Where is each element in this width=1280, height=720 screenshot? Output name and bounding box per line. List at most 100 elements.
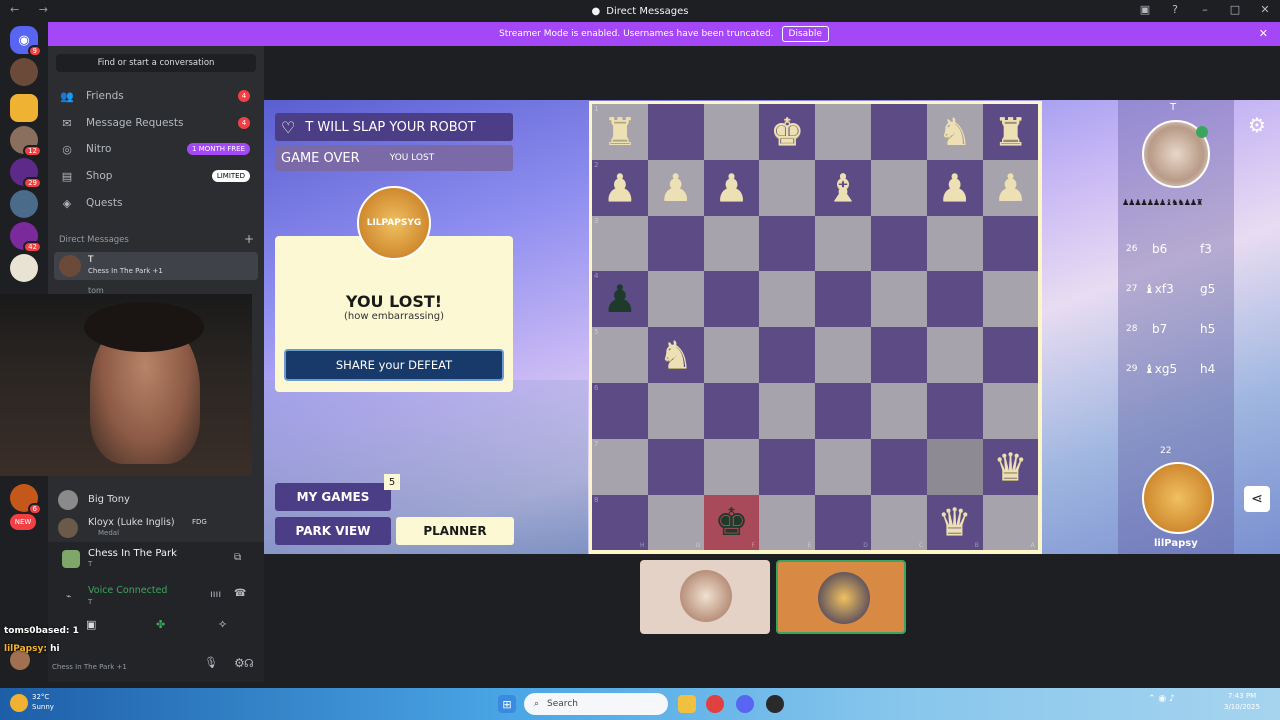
board-square[interactable]	[647, 438, 704, 495]
board-square[interactable]: ♛ B	[926, 494, 983, 551]
minimize-icon[interactable]: –	[1198, 3, 1212, 16]
chess-piece[interactable]: ♚	[714, 503, 748, 541]
move[interactable]: f3	[1200, 242, 1212, 256]
close-window-icon[interactable]: ✕	[1258, 3, 1272, 16]
board-square[interactable]: ♜ 1	[592, 104, 648, 160]
chess-piece[interactable]: ♟	[603, 169, 637, 207]
add-dm-icon[interactable]: +	[244, 232, 254, 246]
share-defeat-button[interactable]: SHARE your DEFEAT	[284, 349, 504, 381]
board-square[interactable]	[703, 215, 760, 272]
settings-icon[interactable]: ⚙	[234, 656, 245, 670]
dm-row-t[interactable]: T Chess In The Park +1	[54, 252, 258, 280]
activities-icon[interactable]: ✤	[156, 618, 165, 631]
board-square[interactable]	[871, 327, 927, 383]
taskbar-search[interactable]: ⌕ Search	[524, 693, 668, 715]
folder-icon[interactable]	[678, 695, 696, 713]
server-icon[interactable]: 6	[10, 484, 42, 515]
board-square[interactable]	[871, 159, 927, 216]
board-square[interactable]	[703, 104, 760, 160]
board-square[interactable]: 8H	[592, 494, 648, 551]
board-square[interactable]: ♟	[982, 159, 1039, 216]
nav-arrows[interactable]: ← →	[10, 3, 56, 16]
board-square[interactable]	[647, 271, 704, 328]
move[interactable]: h5	[1200, 322, 1215, 336]
chess-piece[interactable]: ♜	[993, 113, 1027, 151]
board-square[interactable]	[759, 159, 816, 216]
close-icon[interactable]: ✕	[1259, 27, 1268, 40]
board-square[interactable]	[647, 104, 704, 160]
chess-piece[interactable]: ♟	[603, 280, 637, 318]
screen-share-icon[interactable]: ▣	[86, 618, 96, 631]
board-square[interactable]	[982, 383, 1039, 439]
discord-home-icon[interactable]: ◉ 9	[10, 26, 42, 57]
popout-icon[interactable]: ⧉	[234, 552, 241, 563]
board-square[interactable]: 7	[592, 438, 648, 495]
move[interactable]: h4	[1200, 362, 1215, 376]
board-square[interactable]	[815, 104, 871, 160]
maximize-icon[interactable]: □	[1228, 3, 1242, 16]
server-icon[interactable]: 12	[10, 126, 42, 157]
move[interactable]: ♝xf3	[1144, 282, 1174, 296]
server-icon[interactable]	[10, 94, 38, 122]
chrome-icon[interactable]	[706, 695, 724, 713]
board-square[interactable]	[982, 271, 1039, 328]
board-square[interactable]: ♞	[926, 104, 983, 160]
sidebar-item-quests[interactable]: ◈ Quests	[54, 191, 258, 215]
board-square[interactable]	[982, 327, 1039, 383]
board-square[interactable]: 5	[592, 327, 648, 383]
chess-piece[interactable]: ♚	[770, 113, 804, 151]
board-square[interactable]: D	[815, 494, 871, 551]
park-view-button[interactable]: PARK VIEW	[275, 517, 391, 545]
board-square[interactable]	[926, 438, 983, 495]
share-icon[interactable]: ⋖	[1244, 486, 1270, 512]
disconnect-icon[interactable]: ☎	[234, 588, 246, 599]
start-icon[interactable]: ⊞	[498, 695, 516, 713]
noise-suppression-icon[interactable]: ıııı	[210, 589, 221, 600]
board-square[interactable]	[815, 438, 871, 495]
server-icon[interactable]	[10, 254, 38, 282]
board-square[interactable]	[926, 215, 983, 272]
move[interactable]: b6	[1152, 242, 1167, 256]
board-square[interactable]	[647, 215, 704, 272]
microphone-icon[interactable]: 🎙	[204, 656, 218, 669]
chess-piece[interactable]: ♝	[826, 169, 860, 207]
chess-piece[interactable]: ♟	[659, 169, 693, 207]
chess-piece[interactable]: ♜	[603, 113, 637, 151]
chess-piece[interactable]: ♟	[714, 169, 748, 207]
board-square[interactable]	[815, 383, 871, 439]
board-square[interactable]	[926, 383, 983, 439]
board-square[interactable]	[871, 438, 927, 495]
board-square[interactable]	[815, 327, 871, 383]
board-square[interactable]	[759, 327, 816, 383]
board-square[interactable]: E	[759, 494, 816, 551]
participant-tile-active[interactable]	[776, 560, 906, 634]
board-square[interactable]: ♟	[926, 159, 983, 216]
board-square[interactable]	[759, 383, 816, 439]
board-square[interactable]: ♝	[815, 159, 871, 216]
soundboard-icon[interactable]: ✧	[218, 618, 227, 631]
server-icon[interactable]: 42	[10, 222, 42, 253]
board-square[interactable]	[815, 215, 871, 272]
board-square[interactable]	[982, 215, 1039, 272]
board-square[interactable]: ♜	[982, 104, 1039, 160]
board-square[interactable]: C	[871, 494, 927, 551]
board-square[interactable]	[871, 271, 927, 328]
chess-piece[interactable]: ♛	[993, 448, 1027, 486]
sidebar-item-friends[interactable]: 👥 Friends 4	[54, 84, 258, 108]
chess-piece[interactable]: ♟	[938, 169, 972, 207]
help-icon[interactable]: ?	[1168, 3, 1182, 16]
my-games-button[interactable]: MY GAMES	[275, 483, 391, 511]
sidebar-item-nitro[interactable]: ◎ Nitro 1 MONTH FREE	[54, 137, 258, 161]
disable-button[interactable]: Disable	[781, 26, 829, 42]
board-square[interactable]	[759, 215, 816, 272]
board-square[interactable]	[703, 271, 760, 328]
server-icon[interactable]: 29	[10, 158, 42, 189]
activity-title[interactable]: Chess In The Park	[88, 548, 177, 559]
board-square[interactable]: ♟	[703, 159, 760, 216]
board-square[interactable]: ♞	[647, 327, 704, 383]
board-square[interactable]: 3	[592, 215, 648, 272]
board-square[interactable]	[871, 383, 927, 439]
board-square[interactable]	[926, 327, 983, 383]
board-square[interactable]: ♚	[759, 104, 816, 160]
chessboard[interactable]: ♜ 1 ♚ ♞ ♜ ♟ 2 ♟ ♟ ♝ ♟ ♟ 3 ♟ 4 5 ♞ 6 7 ♛ 8 H G ♚ F E D C ♛ B A	[589, 101, 1042, 554]
